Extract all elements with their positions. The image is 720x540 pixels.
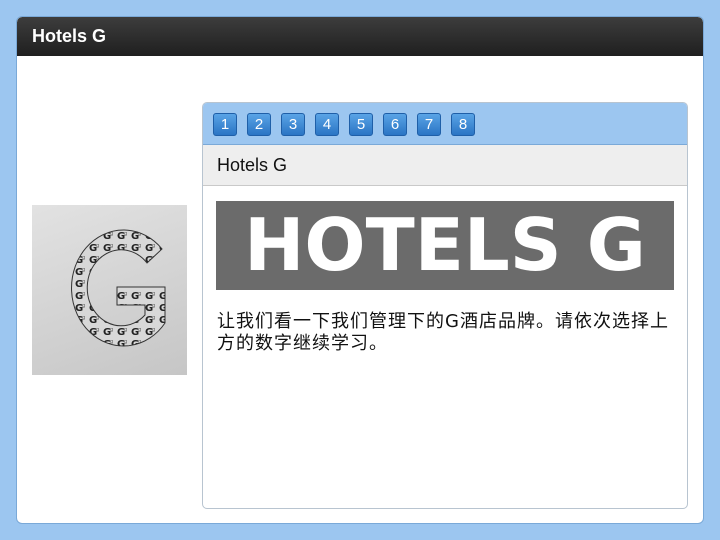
page-button-1[interactable]: 1 [213,113,237,136]
description-text: 让我们看一下我们管理下的G酒店品牌。请依次选择上方的数字继续学习。 [217,311,669,354]
page-button-4[interactable]: 4 [315,113,339,136]
hotels-g-banner: HOTELS G [216,201,674,290]
banner-text: HOTELS G [244,203,646,287]
main-window: Hotels G G g 1 2 3 4 5 6 7 8 Hotels [16,16,704,524]
content-panel: 1 2 3 4 5 6 7 8 Hotels G HOTELS G 让我们看一下… [202,102,688,509]
page-button-2[interactable]: 2 [247,113,271,136]
page-navigation: 1 2 3 4 5 6 7 8 [203,103,687,145]
window-title: Hotels G [32,26,107,46]
g-letter-collage-icon: G g [71,229,166,347]
page-button-7[interactable]: 7 [417,113,441,136]
title-bar: Hotels G [17,17,703,56]
panel-header: Hotels G [203,145,687,186]
hotel-g-logo-image: G g [32,205,187,375]
page-button-8[interactable]: 8 [451,113,475,136]
page-button-5[interactable]: 5 [349,113,373,136]
page-button-6[interactable]: 6 [383,113,407,136]
panel-heading: Hotels G [217,155,288,175]
page-button-3[interactable]: 3 [281,113,305,136]
